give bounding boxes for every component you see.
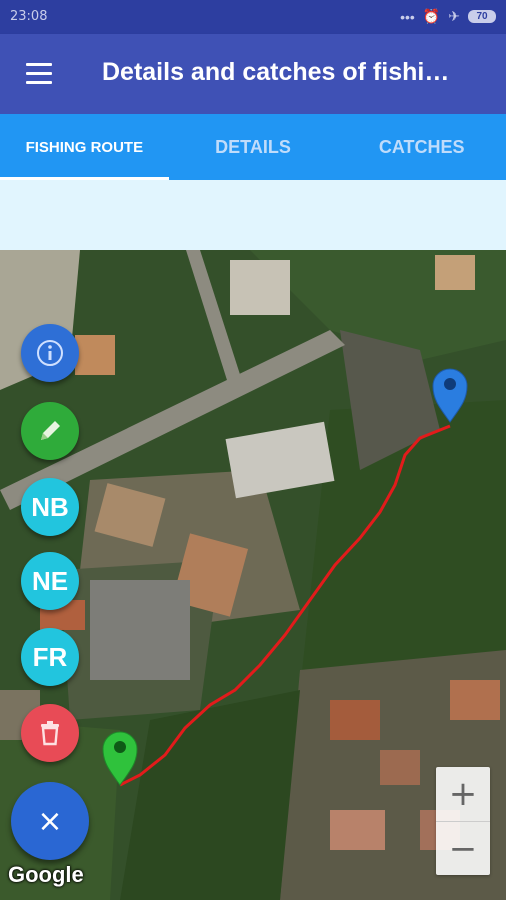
airplane-icon: ✈ — [448, 8, 460, 24]
ne-button[interactable]: NE — [21, 552, 79, 610]
tab-fishing-route[interactable]: FISHING ROUTE — [0, 114, 169, 180]
info-button[interactable] — [21, 324, 79, 382]
info-panel — [0, 180, 506, 250]
more-dots-icon: ••• — [400, 8, 415, 25]
battery-icon: 70 — [468, 10, 496, 23]
alarm-icon: ⏰ — [422, 8, 441, 24]
status-time: 23:08 — [10, 9, 48, 24]
edit-button[interactable] — [21, 402, 79, 460]
zoom-in-button[interactable]: + — [436, 767, 490, 822]
tab-catches[interactable]: CATCHES — [337, 114, 506, 180]
trash-icon — [41, 721, 59, 746]
close-button[interactable]: × — [11, 782, 89, 860]
status-bar: 23:08 ••• ⏰ ✈ 70 — [0, 0, 506, 34]
nb-button[interactable]: NB — [21, 478, 79, 536]
google-logo: Google — [8, 862, 84, 887]
zoom-controls: + − — [436, 767, 490, 875]
fr-button[interactable]: FR — [21, 628, 79, 686]
page-title: Details and catches of fishi… — [102, 58, 450, 86]
pencil-icon — [41, 421, 60, 440]
status-icons: ••• ⏰ ✈ 70 — [400, 8, 496, 25]
app-bar: Details and catches of fishi… — [0, 34, 506, 114]
zoom-out-button[interactable]: − — [436, 822, 490, 876]
tab-bar: FISHING ROUTE DETAILS CATCHES — [0, 114, 506, 180]
delete-button[interactable] — [21, 704, 79, 762]
tab-details[interactable]: DETAILS — [169, 114, 338, 180]
menu-icon[interactable] — [18, 56, 60, 92]
info-icon — [37, 340, 63, 366]
